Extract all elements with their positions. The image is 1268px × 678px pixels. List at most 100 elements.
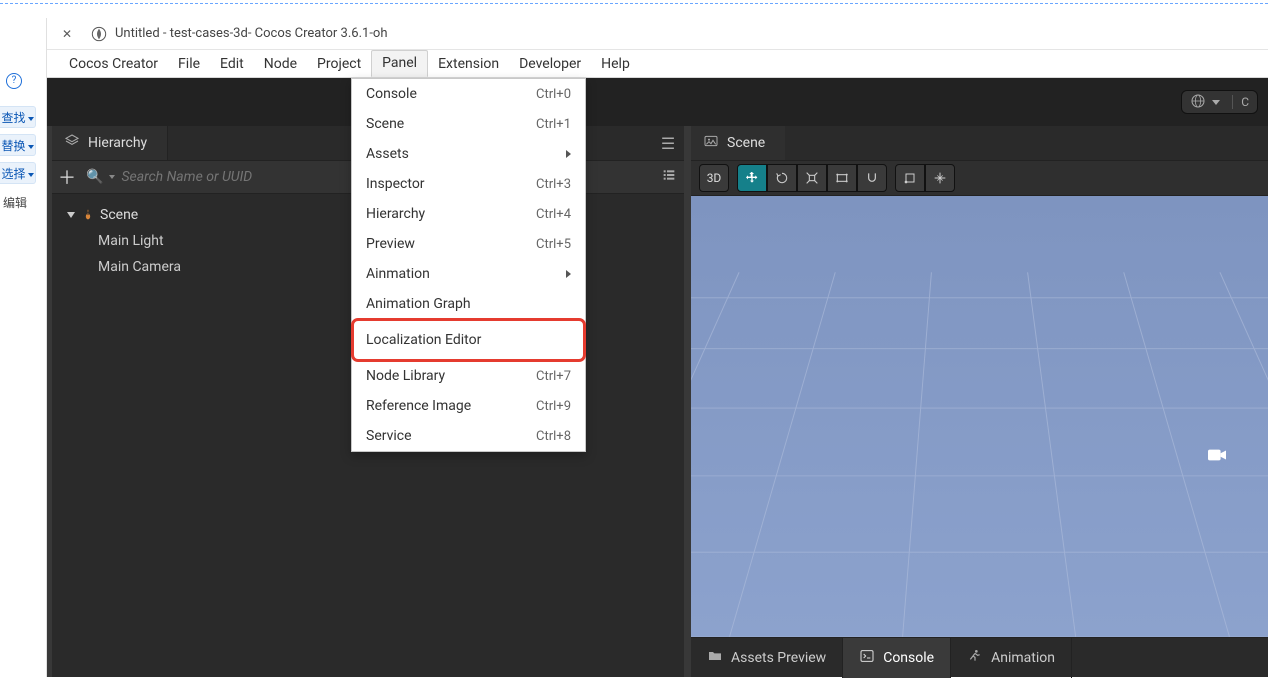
app-icon — [91, 26, 107, 42]
menu-item-hierarchy[interactable]: HierarchyCtrl+4 — [352, 199, 585, 229]
preview-target-dropdown[interactable]: C — [1181, 90, 1258, 114]
submenu-arrow-icon — [566, 270, 571, 278]
menu-item-label: Service — [366, 428, 412, 444]
gizmo-pivot-button[interactable] — [895, 164, 925, 192]
menu-edit[interactable]: Edit — [210, 51, 254, 77]
view-3d-label: 3D — [707, 171, 722, 185]
menu-item-ainmation[interactable]: Ainmation — [352, 259, 585, 289]
menu-item-shortcut: Ctrl+1 — [536, 117, 571, 132]
folder-icon — [707, 648, 723, 668]
menu-item-label: Preview — [366, 236, 415, 252]
menu-extension[interactable]: Extension — [428, 51, 509, 77]
chevron-down-icon — [28, 145, 34, 149]
terminal-icon — [859, 648, 875, 668]
run-icon — [967, 648, 983, 668]
scale-tool-button[interactable] — [797, 164, 827, 192]
chevron-down-icon — [1212, 100, 1220, 105]
rect-tool-button[interactable] — [827, 164, 857, 192]
title-bar: ✕ Untitled - test-cases-3d- Cocos Creato… — [47, 18, 1268, 50]
menu-item-label: Scene — [366, 116, 404, 132]
editor-top-strip: C — [47, 78, 1268, 126]
menu-cocos-creator[interactable]: Cocos Creator — [59, 51, 168, 77]
scene-toolbar: 3D — [691, 160, 1268, 196]
menu-item-label: Localization Editor — [366, 332, 481, 348]
menu-node[interactable]: Node — [254, 51, 307, 77]
preview-target-label: C — [1232, 95, 1249, 109]
menu-item-console[interactable]: Console Ctrl+0 — [352, 79, 585, 109]
bottom-tab-label: Animation — [991, 650, 1055, 666]
menu-item-localization-editor[interactable]: Localization Editor — [352, 319, 585, 361]
menu-item-shortcut: Ctrl+0 — [536, 87, 571, 102]
host-find-button[interactable]: 查找 — [0, 106, 36, 128]
menu-item-node-library[interactable]: Node Library Ctrl+7 — [352, 361, 585, 391]
menu-project[interactable]: Project — [307, 51, 371, 77]
tab-assets-preview[interactable]: Assets Preview — [691, 638, 843, 678]
bottom-tab-label: Assets Preview — [731, 650, 826, 666]
snap-tool-button[interactable] — [857, 164, 887, 192]
image-icon — [703, 133, 719, 153]
tab-hierarchy[interactable]: Hierarchy — [52, 126, 168, 160]
menu-help[interactable]: Help — [591, 51, 640, 77]
menu-item-label: Ainmation — [366, 266, 430, 282]
disclosure-triangle-icon[interactable] — [67, 212, 75, 218]
move-tool-button[interactable] — [737, 164, 767, 192]
scene-viewport[interactable] — [691, 196, 1268, 637]
menu-item-service[interactable]: Service Ctrl+8 — [352, 421, 585, 451]
list-mode-button[interactable] — [654, 167, 684, 187]
chevron-down-icon — [28, 173, 34, 177]
add-node-button[interactable]: ＋ — [52, 164, 82, 190]
menu-item-shortcut: Ctrl+8 — [536, 429, 571, 444]
menu-item-label: Console — [366, 86, 417, 102]
menu-item-shortcut: Ctrl+5 — [536, 237, 571, 252]
window-close-button[interactable]: ✕ — [47, 27, 87, 41]
help-icon[interactable]: ? — [6, 73, 22, 89]
globe-icon — [1190, 93, 1206, 112]
menu-item-label: Node Library — [366, 368, 445, 384]
menu-item-label: Animation Graph — [366, 296, 471, 312]
menu-bar: Cocos Creator File Edit Node Project Pan… — [47, 50, 1268, 78]
host-replace-label: 替换 — [1, 139, 25, 153]
menu-item-reference-image[interactable]: Reference ImageCtrl+9 — [352, 391, 585, 421]
window-title: Untitled - test-cases-3d- Cocos Creator … — [115, 26, 388, 41]
menu-item-preview[interactable]: Preview Ctrl+5 — [352, 229, 585, 259]
camera-gizmo-icon[interactable] — [1206, 446, 1228, 469]
menu-item-shortcut: Ctrl+7 — [536, 369, 571, 384]
menu-item-label: Assets — [366, 146, 409, 162]
search-icon: 🔍 — [86, 169, 103, 185]
menu-item-scene[interactable]: Scene Ctrl+1 — [352, 109, 585, 139]
panel-menu-button[interactable]: ☰ — [652, 134, 684, 153]
tree-node-label: Main Light — [98, 233, 164, 249]
host-replace-button[interactable]: 替换 — [0, 134, 36, 156]
host-find-label: 查找 — [1, 111, 25, 125]
hierarchy-tab-label: Hierarchy — [88, 135, 147, 151]
host-select-label: 选择 — [1, 167, 25, 181]
rotate-tool-button[interactable] — [767, 164, 797, 192]
menu-item-animation-graph[interactable]: Animation Graph — [352, 289, 585, 319]
menu-item-label: Inspector — [366, 176, 425, 192]
menu-file[interactable]: File — [168, 51, 210, 77]
scene-panel: Scene 3D — [691, 126, 1268, 637]
host-select-button[interactable]: 选择 — [0, 162, 36, 184]
tab-animation[interactable]: Animation — [951, 638, 1072, 678]
bottom-tab-label: Console — [883, 650, 934, 666]
menu-item-assets[interactable]: Assets — [352, 139, 585, 169]
menu-item-label: Reference Image — [366, 398, 471, 414]
gizmo-local-button[interactable] — [925, 164, 955, 192]
scene-icon — [80, 208, 94, 222]
host-sidebar: ? 查找 替换 选择 编辑 — [0, 18, 47, 677]
menu-panel[interactable]: Panel — [371, 50, 428, 77]
menu-developer[interactable]: Developer — [509, 51, 591, 77]
tree-node-label: Main Camera — [98, 259, 181, 275]
menu-item-inspector[interactable]: Inspector Ctrl+3 — [352, 169, 585, 199]
layers-icon — [64, 133, 80, 153]
tab-console[interactable]: Console — [843, 638, 951, 678]
panel-dropdown-menu: Console Ctrl+0 Scene Ctrl+1 Assets Inspect… — [351, 78, 586, 452]
workspace: C Hierarchy ☰ ＋ 🔍 — [47, 78, 1268, 677]
tab-scene[interactable]: Scene — [691, 126, 785, 160]
tree-root-label: Scene — [100, 207, 138, 223]
view-3d-button[interactable]: 3D — [699, 164, 729, 192]
scene-tab-label: Scene — [727, 135, 765, 151]
chevron-down-icon — [28, 117, 34, 121]
menu-item-shortcut: Ctrl+4 — [536, 207, 571, 222]
menu-item-shortcut: Ctrl+3 — [536, 177, 571, 192]
